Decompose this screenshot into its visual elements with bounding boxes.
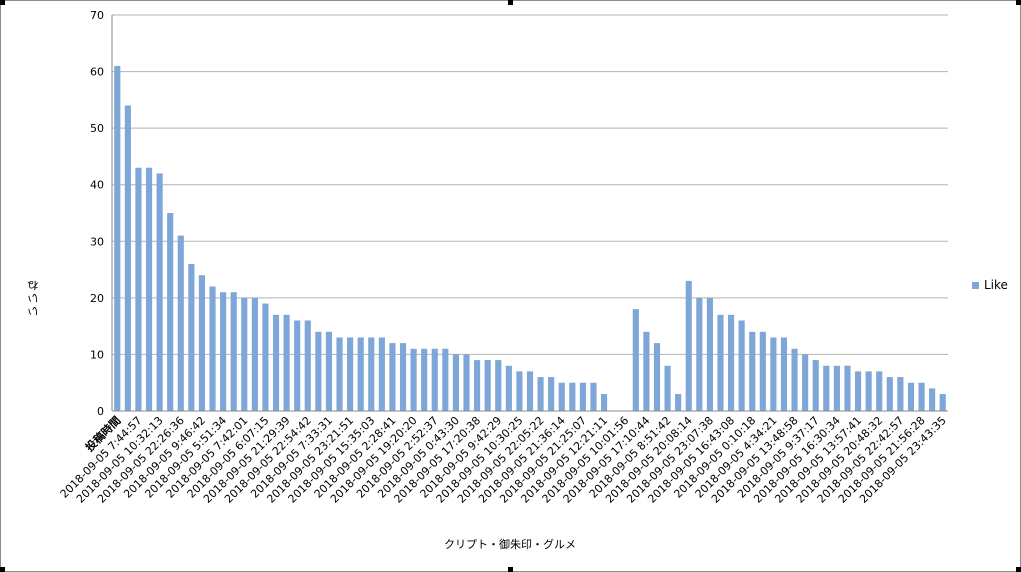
- bar: [452, 354, 459, 411]
- bar: [410, 348, 417, 411]
- bar: [802, 354, 809, 411]
- bar: [833, 365, 840, 411]
- y-tick-label: 10: [90, 348, 104, 361]
- bar: [230, 292, 237, 411]
- bar: [474, 360, 481, 411]
- bar: [198, 275, 206, 411]
- bar: [876, 371, 883, 411]
- bar: [929, 388, 936, 411]
- bar: [865, 371, 872, 411]
- bar: [421, 348, 428, 411]
- bar: [272, 314, 280, 411]
- bar: [907, 382, 915, 411]
- bar: [124, 105, 131, 411]
- bar: [526, 371, 534, 411]
- y-tick-label: 40: [90, 179, 104, 192]
- bar: [706, 297, 713, 411]
- bar: [336, 337, 343, 411]
- bar: [632, 309, 639, 411]
- bar: [579, 382, 586, 411]
- bar: [569, 382, 576, 411]
- bar: [696, 297, 703, 411]
- bar: [759, 331, 766, 411]
- bar: [251, 297, 258, 411]
- bar: [368, 337, 375, 411]
- bar: [209, 286, 216, 411]
- bar: [601, 394, 608, 411]
- bar-series-like: [114, 65, 946, 412]
- y-tick-label: 70: [90, 9, 104, 22]
- bar: [145, 167, 153, 411]
- bar: [177, 235, 184, 411]
- bar: [114, 65, 121, 412]
- legend-label-like: Like: [984, 278, 1008, 292]
- bar: [558, 382, 565, 411]
- bar: [431, 348, 438, 411]
- bar: [304, 320, 311, 411]
- bar: [516, 371, 523, 411]
- bar: [505, 365, 512, 411]
- bar: [918, 382, 925, 411]
- bar: [463, 354, 470, 411]
- bar: [283, 314, 290, 411]
- y-axis-ticks: 0 10 20 30 40 50 60 70: [90, 9, 104, 418]
- bar: [590, 382, 597, 411]
- bar: [220, 292, 227, 411]
- x-axis-title: クリプト・御朱印・グルメ: [444, 538, 576, 551]
- legend: Like: [972, 278, 1008, 292]
- bar: [548, 377, 555, 411]
- bar: [780, 337, 788, 411]
- bar: [325, 331, 333, 411]
- bar: [357, 337, 364, 411]
- bar: [495, 360, 502, 411]
- bar: [484, 360, 491, 411]
- bar: [188, 263, 195, 411]
- bar: [717, 314, 724, 411]
- bar: [675, 394, 682, 411]
- bar: [727, 314, 735, 411]
- bar: [442, 348, 449, 411]
- bar: [167, 213, 174, 411]
- bar: [643, 331, 650, 411]
- bar: [135, 167, 142, 411]
- bar: [378, 337, 385, 411]
- bar: [294, 320, 301, 411]
- bar: [812, 360, 819, 411]
- y-tick-label: 60: [90, 66, 104, 79]
- y-tick-label: 0: [97, 405, 104, 418]
- bar: [399, 343, 407, 411]
- bar: [738, 320, 745, 411]
- y-axis-title: いいね: [27, 278, 40, 317]
- bar: [897, 377, 904, 411]
- bar: [664, 365, 671, 411]
- axes: [111, 15, 948, 412]
- y-tick-label: 20: [90, 292, 104, 305]
- bar: [262, 303, 269, 411]
- bar: [315, 331, 322, 411]
- gridlines: [112, 14, 948, 355]
- bar: [241, 297, 248, 411]
- y-tick-label: 30: [90, 235, 104, 248]
- bar: [685, 280, 692, 411]
- bar: [389, 343, 396, 411]
- legend-swatch-like: [972, 281, 979, 289]
- bar: [791, 348, 798, 411]
- bar: [823, 365, 830, 411]
- bar: [939, 394, 946, 411]
- bar: [749, 331, 756, 411]
- bar: [844, 365, 851, 411]
- bar: [537, 377, 544, 411]
- y-tick-label: 50: [90, 122, 104, 135]
- bar-chart: 0 10 20 30 40 50 60 70 投稿時間2018-09-05 7:44:5720…: [58, 9, 949, 506]
- x-axis-ticks: 投稿時間2018-09-05 7:44:572018-09-05 10:32:1…: [58, 413, 949, 506]
- bar: [347, 337, 354, 411]
- bar: [156, 173, 163, 411]
- bar: [770, 337, 777, 411]
- bar: [886, 377, 893, 411]
- bar: [653, 343, 661, 411]
- bar: [854, 371, 862, 411]
